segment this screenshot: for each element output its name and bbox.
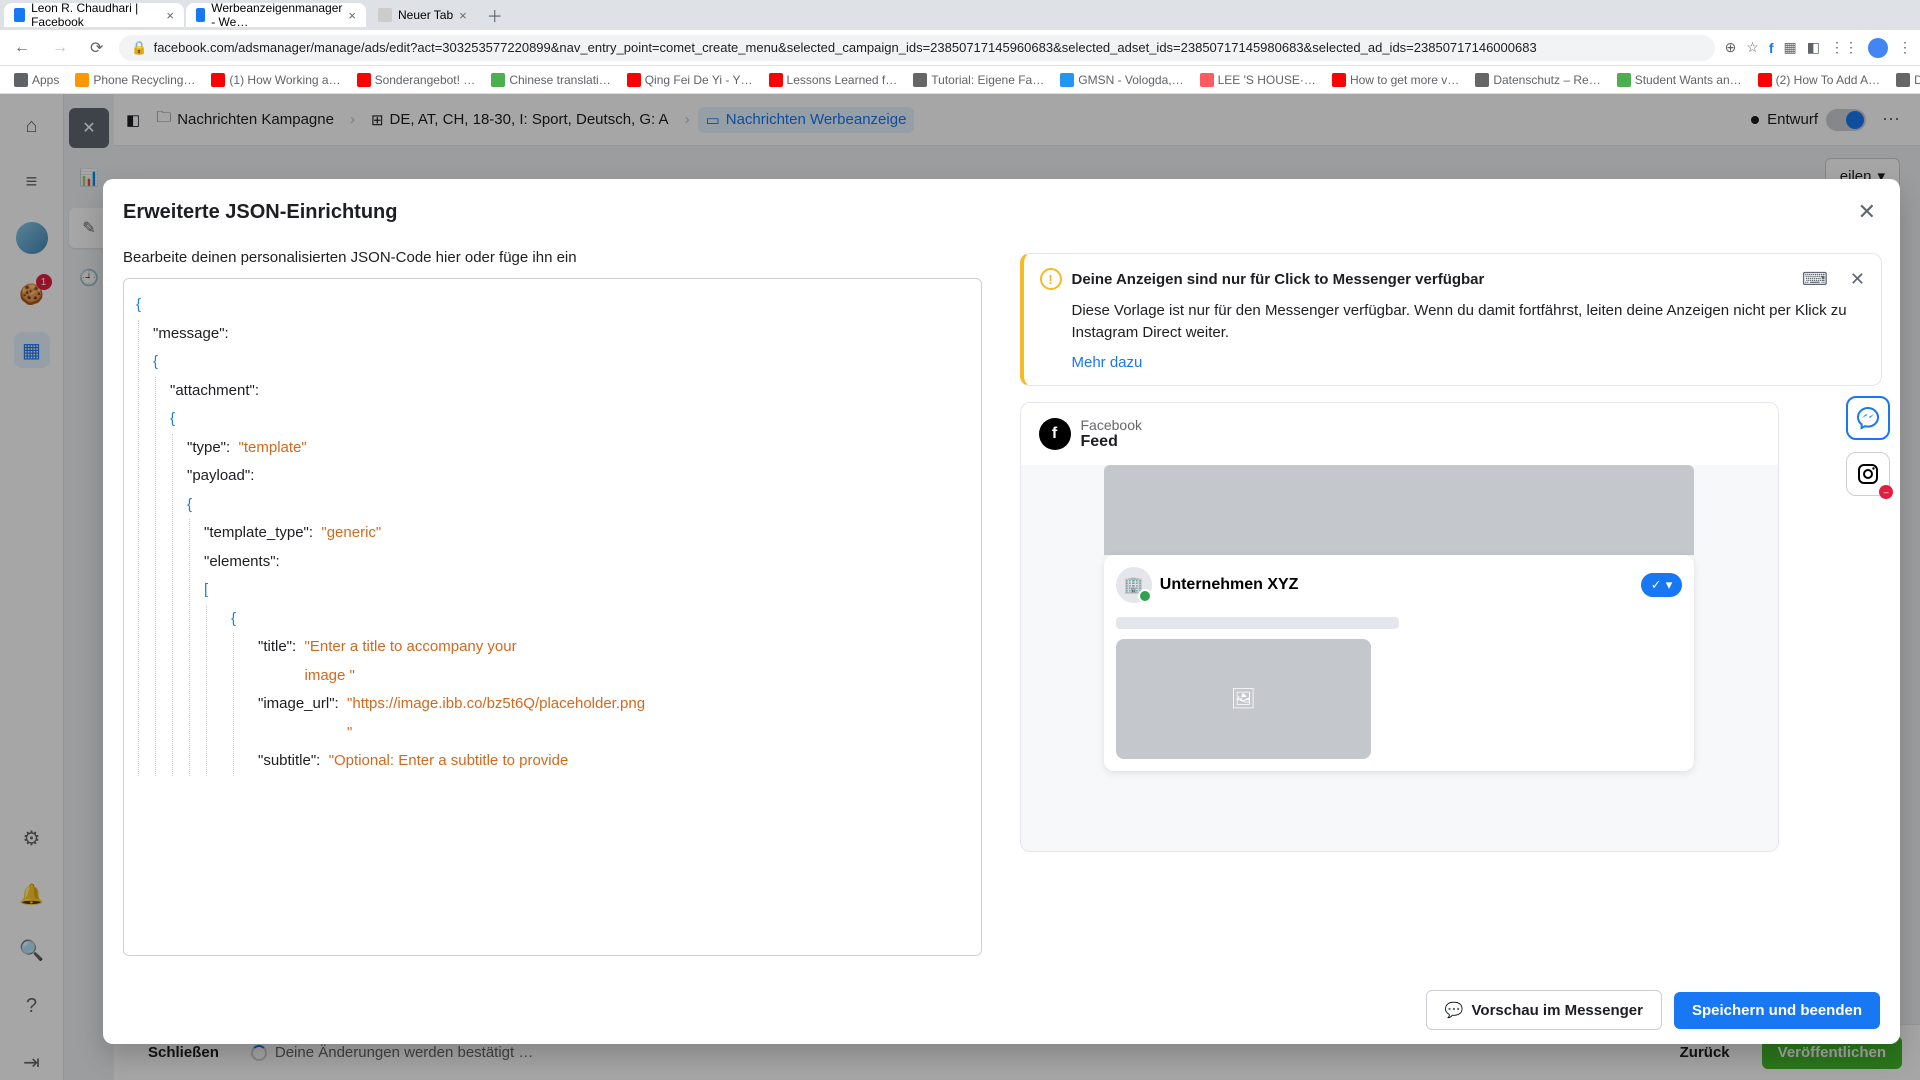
business-avatar: 🏢 [1116,567,1152,603]
bookmark[interactable]: LEE 'S HOUSE·… [1194,71,1322,89]
bookmark[interactable]: Tutorial: Eigene Fa… [907,71,1050,89]
json-setup-modal: Erweiterte JSON-Einrichtung ✕ Bearbeite … [103,179,1900,1044]
bookmark[interactable]: Chinese translati… [485,71,616,89]
bookmark[interactable]: Phone Recycling… [69,71,201,89]
chevron-down-icon: ▾ [1666,577,1673,593]
preview-platform: Facebook [1081,417,1142,433]
extension-area: ⊕ ☆ f ▦ ◧ ⋮⋮ ⋮ [1725,38,1912,58]
bookmark[interactable]: (2) How To Add A… [1752,71,1887,89]
bookmark[interactable]: Apps [8,71,65,89]
back-button[interactable]: ← [8,37,36,59]
message-skeleton [1116,617,1399,629]
tab-title: Werbeanzeigenmanager - We… [211,1,342,29]
close-icon[interactable]: × [166,8,174,23]
facebook-ext-icon[interactable]: f [1769,40,1774,56]
conversation-card: 🏢 Unternehmen XYZ ✓ ▾ 🖼 [1104,555,1694,771]
tab-title: Leon R. Chaudhari | Facebook [31,1,160,29]
messenger-icon: 💬 [1445,1001,1464,1019]
browser-tab[interactable]: Neuer Tab × [368,3,477,27]
modal-footer: 💬Vorschau im Messenger Speichern und bee… [103,976,1900,1044]
feedback-icon[interactable]: ⌨ [1802,269,1828,290]
preview-pane: ! Deine Anzeigen sind nur für Click to M… [1002,241,1901,976]
bookmark[interactable]: Download - Cooki… [1890,71,1920,89]
ext-icon[interactable]: ◧ [1807,39,1820,56]
json-editor-pane: Bearbeite deinen personalisierten JSON-C… [103,241,1002,976]
modal-close-button[interactable]: ✕ [1854,195,1880,229]
message-image-placeholder: 🖼 [1116,639,1371,759]
bookmark[interactable]: Datenschutz – Re… [1469,71,1606,89]
star-icon[interactable]: ☆ [1746,39,1759,56]
editor-instruction: Bearbeite deinen personalisierten JSON-C… [123,249,982,266]
warning-banner: ! Deine Anzeigen sind nur für Click to M… [1020,253,1883,386]
bookmark[interactable]: Sonderangebot! … [351,71,482,89]
warning-body: Diese Vorlage ist nur für den Messenger … [1072,300,1866,344]
ad-preview-card: f Facebook Feed 🏢 Unternehmen XYZ ✓ ▾ [1020,402,1779,852]
business-name: Unternehmen XYZ [1160,576,1299,594]
verified-pill: ✓ ▾ [1641,573,1682,597]
new-tab-button[interactable]: ＋ [479,3,511,27]
browser-tab[interactable]: Werbeanzeigenmanager - We… × [186,3,366,27]
browser-tab[interactable]: Leon R. Chaudhari | Facebook × [4,3,184,27]
ext-icon[interactable]: ▦ [1784,39,1797,56]
close-icon[interactable]: × [459,8,467,23]
json-editor[interactable]: { "message": { "attachment": { "type": "… [123,278,982,956]
bookmark[interactable]: GMSN - Vologda,… [1054,71,1189,89]
warning-close-button[interactable]: ✕ [1850,269,1865,290]
instagram-channel[interactable]: – [1846,452,1890,496]
messenger-channel[interactable] [1846,396,1890,440]
preview-messenger-button[interactable]: 💬Vorschau im Messenger [1426,990,1662,1030]
facebook-icon: f [1039,418,1071,450]
bookmark[interactable]: How to get more v… [1326,71,1465,89]
modal-title: Erweiterte JSON-Einrichtung [123,201,398,224]
menu-icon[interactable]: ⋮ [1898,39,1912,56]
bookmark[interactable]: Qing Fei De Yi - Y… [621,71,759,89]
reload-button[interactable]: ⟳ [84,36,109,60]
warning-icon: ! [1040,268,1062,290]
address-bar[interactable]: 🔒 facebook.com/adsmanager/manage/ads/edit… [119,35,1714,61]
tab-title: Neuer Tab [398,8,453,22]
bookmark[interactable]: Student Wants an… [1611,71,1748,89]
profile-icon[interactable] [1868,38,1888,58]
bookmark[interactable]: Lessons Learned f… [763,71,904,89]
warning-title: Deine Anzeigen sind nur für Click to Mes… [1072,271,1792,288]
save-and-exit-button[interactable]: Speichern und beenden [1674,992,1880,1029]
url-text: facebook.com/adsmanager/manage/ads/edit?… [154,40,1537,55]
lock-icon: 🔒 [131,40,147,56]
blocked-badge-icon: – [1879,485,1893,499]
channel-selector: – [1846,396,1890,496]
preview-placeholder [1104,465,1694,555]
forward-button[interactable]: → [46,37,74,59]
bookmark[interactable]: (1) How Working a… [205,71,346,89]
warning-link[interactable]: Mehr dazu [1072,354,1866,371]
zoom-icon[interactable]: ⊕ [1725,39,1737,56]
browser-tab-strip: Leon R. Chaudhari | Facebook × Werbeanzei… [0,0,1920,30]
browser-toolbar: ← → ⟳ 🔒 facebook.com/adsmanager/manage/ad… [0,30,1920,66]
ext-icon[interactable]: ⋮⋮ [1830,39,1858,56]
preview-surface: Feed [1081,433,1142,451]
bookmarks-bar: Apps Phone Recycling… (1) How Working a…… [0,66,1920,94]
close-icon[interactable]: × [348,8,356,23]
